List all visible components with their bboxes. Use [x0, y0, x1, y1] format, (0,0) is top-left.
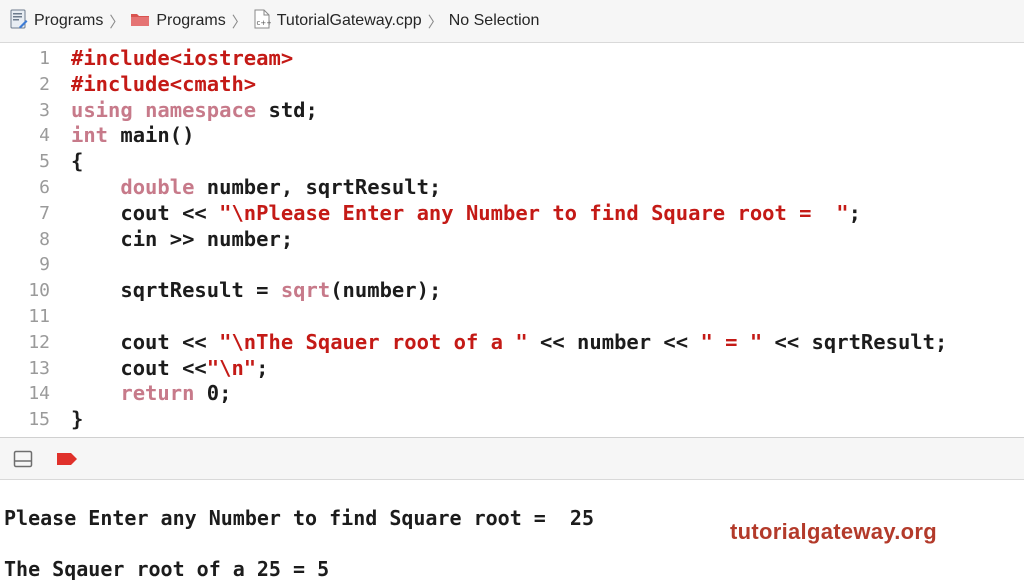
line-number: 5 [39, 151, 50, 173]
code-token: #include<iostream> [71, 46, 294, 70]
code-text: double number, sqrtResult; [71, 175, 441, 201]
code-token: } [71, 407, 84, 432]
code-token: #include<cmath> [71, 71, 257, 96]
line-number: 2 [39, 73, 50, 95]
code-token: cin >> number; [71, 226, 294, 251]
code-token: "\nThe Sqauer root of a " [219, 329, 528, 354]
code-token: std; [256, 97, 318, 122]
code-token: ; [219, 381, 232, 406]
line-number: 14 [28, 383, 50, 405]
code-token: return [120, 381, 195, 406]
code-token: using [71, 97, 133, 122]
code-token: number, sqrtResult; [194, 175, 442, 199]
code-text: #include<cmath> [71, 72, 256, 98]
code-token: double [120, 175, 195, 199]
debug-bar [0, 437, 1024, 480]
line-number: 6 [39, 177, 50, 198]
line-number: 3 [39, 99, 50, 121]
line-number: 12 [28, 331, 50, 353]
code-text: using namespace std; [71, 98, 318, 124]
code-token: cout << [71, 355, 207, 380]
code-text: #include<iostream> [71, 46, 293, 72]
code-token: 0 [206, 381, 220, 406]
crumb-label: Programs [34, 12, 104, 29]
crumb-label: TutorialGateway.cpp [276, 12, 422, 29]
code-token: sqrtResult = [71, 278, 281, 303]
console-line: The Sqauer root of a 25 = 5 [4, 557, 330, 581]
svg-text:c++: c++ [256, 19, 271, 27]
line-number: 11 [28, 306, 50, 327]
code-text: cin >> number; [71, 227, 293, 253]
code-token: main() [108, 123, 195, 148]
code-text: cout <<"\n"; [71, 356, 268, 382]
code-token: namespace [145, 97, 257, 122]
code-token: << number << [527, 329, 701, 354]
folder-icon [130, 11, 150, 32]
line-number: 15 [28, 409, 50, 431]
code-token: int [71, 123, 109, 148]
crumb-file[interactable]: c++ TutorialGateway.cpp [253, 9, 422, 34]
line-number: 10 [28, 280, 50, 302]
chevron-right-icon: 〉 [231, 13, 247, 31]
code-token: " = " [700, 329, 763, 354]
code-token: cout << [71, 200, 220, 225]
code-text: sqrtResult = sqrt(number); [71, 278, 441, 304]
crumb-selection[interactable]: No Selection [449, 12, 540, 30]
code-token: << sqrtResult; [762, 329, 948, 354]
code-text: cout << "\nThe Sqauer root of a " << num… [71, 330, 947, 356]
watermark: tutorialgateway.org [730, 519, 937, 544]
code-text: return 0; [71, 381, 231, 407]
crumb-label: Programs [156, 12, 226, 29]
code-token: sqrt [280, 278, 331, 303]
chevron-right-icon: 〉 [109, 13, 125, 31]
crumb-folder[interactable]: Programs [130, 11, 226, 32]
code-token: ; [848, 200, 861, 225]
line-number: 9 [39, 254, 50, 276]
chevron-right-icon: 〉 [427, 13, 443, 31]
code-text: } [71, 407, 83, 433]
line-number: 1 [39, 48, 50, 69]
cpp-file-icon: c++ [253, 9, 272, 34]
jump-bar: Programs 〉 Programs 〉 c++ TutorialGatewa… [0, 0, 1024, 43]
code-token: { [71, 149, 84, 174]
console-line: Please Enter any Number to find Square r… [4, 506, 595, 530]
code-editor[interactable]: 1 #include<iostream> 2 #include<cmath> 3 usin… [0, 46, 1024, 436]
project-icon [10, 9, 28, 34]
line-number: 13 [28, 357, 50, 379]
code-text: cout << "\nPlease Enter any Number to fi… [71, 201, 861, 227]
line-number: 4 [39, 125, 50, 147]
code-token: "\n" [206, 355, 257, 380]
crumb-project[interactable]: Programs [10, 9, 103, 34]
code-token: cout << [71, 329, 220, 354]
code-token: ; [256, 355, 269, 380]
code-token: (number); [330, 278, 442, 303]
line-number: 8 [39, 228, 50, 250]
code-text: int main() [71, 123, 194, 149]
code-text: { [71, 149, 83, 175]
hide-panel-icon[interactable] [13, 449, 33, 474]
code-token: "\nPlease Enter any Number to find Squar… [219, 200, 849, 225]
crumb-label: No Selection [448, 12, 540, 29]
line-number: 7 [39, 202, 50, 224]
breakpoint-icon[interactable] [56, 452, 78, 471]
